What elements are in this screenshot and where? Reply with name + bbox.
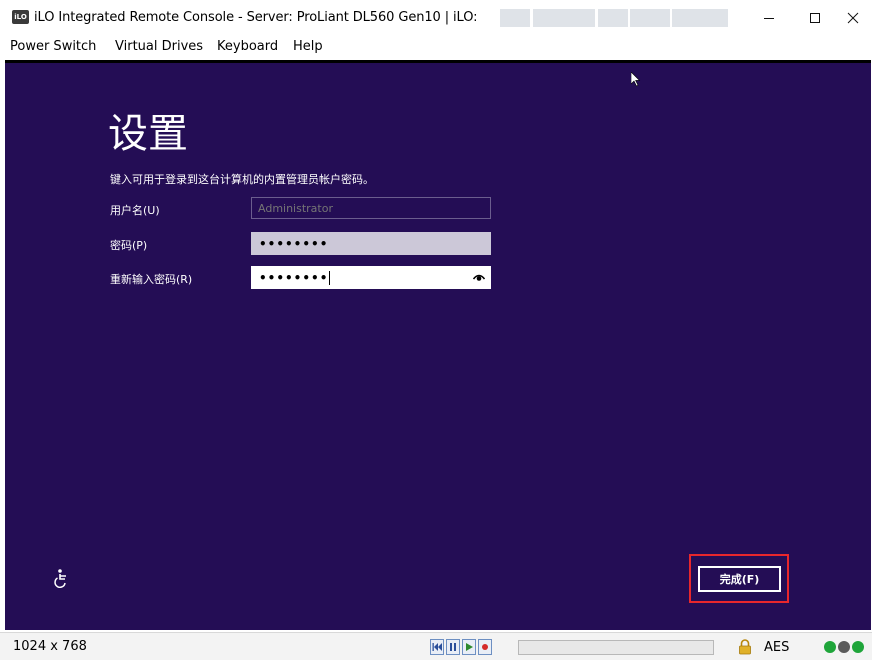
play-icon [466,643,473,651]
pause-icon [450,643,456,651]
resolution-readout: 1024 x 768 [13,639,87,654]
reenter-password-field[interactable]: •••••••• [251,266,491,289]
encryption-label: AES [764,640,790,655]
record-icon [482,644,488,650]
menu-help[interactable]: Help [293,39,323,54]
redacted-address [598,9,628,27]
accessibility-icon[interactable] [53,568,73,588]
mouse-cursor-icon [631,72,641,87]
username-field[interactable] [251,197,491,219]
reenter-password-mask: •••••••• [259,270,329,285]
remote-console-screen[interactable]: 设置 键入可用于登录到这台计算机的内置管理员帐户密码。 用户名(U) 密码(P)… [5,63,871,630]
password-field[interactable]: •••••••• [251,232,491,255]
password-label: 密码(P) [110,239,148,252]
text-caret [329,270,331,285]
pause-button[interactable] [446,639,460,655]
skip-back-button[interactable] [430,639,444,655]
minimize-icon [764,18,774,19]
menu-bar: Power Switch Virtual Drives Keyboard Hel… [0,36,872,60]
status-led-power-icon [852,641,864,653]
finish-button[interactable]: 完成(F) [698,566,781,592]
title-bar: iLO iLO Integrated Remote Console - Serv… [0,0,872,36]
window-title: iLO Integrated Remote Console - Server: … [34,10,478,25]
play-button[interactable] [462,639,476,655]
password-mask: •••••••• [259,236,329,251]
lock-icon [739,639,751,655]
playback-progress-bar[interactable] [518,640,714,655]
status-led-gray-icon [838,641,850,653]
instruction-text: 键入可用于登录到这台计算机的内置管理员帐户密码。 [110,173,374,186]
ilo-app-icon: iLO [12,10,29,24]
redacted-address [500,9,530,27]
playback-controls [430,639,492,655]
page-title: 设置 [108,111,188,157]
status-bar: 1024 x 768 AES [0,632,872,660]
redacted-address [672,9,728,27]
redacted-address [630,9,670,27]
close-button[interactable] [830,0,872,36]
username-label: 用户名(U) [110,204,160,217]
reenter-password-label: 重新输入密码(R) [110,273,193,286]
menu-power-switch[interactable]: Power Switch [10,39,96,54]
status-led-green-icon [824,641,836,653]
maximize-icon [810,13,820,23]
menu-virtual-drives[interactable]: Virtual Drives [115,39,203,54]
redacted-address [533,9,595,27]
menu-keyboard[interactable]: Keyboard [217,39,278,54]
skip-back-icon [432,643,442,651]
minimize-button[interactable] [746,0,792,36]
reveal-password-icon[interactable] [473,272,485,282]
close-icon [847,12,859,24]
record-button[interactable] [478,639,492,655]
